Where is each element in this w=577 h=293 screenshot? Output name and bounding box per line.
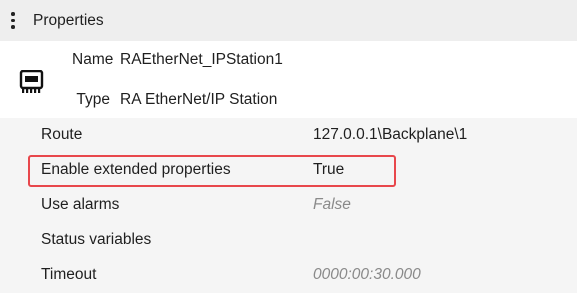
- device-chip-icon: [19, 70, 44, 93]
- property-row-route[interactable]: Route 127.0.0.1\Backplane\1: [0, 118, 577, 153]
- property-value[interactable]: 127.0.0.1\Backplane\1: [313, 126, 467, 144]
- property-row-use-alarms[interactable]: Use alarms False: [0, 188, 577, 223]
- property-value[interactable]: True: [313, 161, 344, 179]
- panel-title: Properties: [33, 11, 104, 29]
- device-type-value: RA EtherNet/IP Station: [120, 91, 278, 108]
- device-name-value: RAEtherNet_IPStation1: [120, 51, 283, 68]
- device-type-label: Type: [76, 91, 110, 108]
- property-label: Status variables: [41, 231, 152, 248]
- property-label: Enable extended properties: [41, 161, 231, 178]
- property-value[interactable]: False: [313, 196, 351, 214]
- properties-panel: Properties Name RAEtherNet_IPStation1 Typ…: [0, 0, 577, 293]
- property-row-status-variables[interactable]: Status variables: [0, 223, 577, 258]
- property-value[interactable]: 0000:00:30.000: [313, 266, 421, 284]
- properties-list: Route 127.0.0.1\Backplane\1 Enable exten…: [0, 118, 577, 293]
- property-row-timeout[interactable]: Timeout 0000:00:30.000: [0, 258, 577, 293]
- property-row-enable-extended-properties[interactable]: Enable extended properties True: [0, 153, 577, 188]
- property-label: Timeout: [41, 266, 97, 283]
- device-type-row: Type RA EtherNet/IP Station: [72, 91, 277, 109]
- device-name-label: Name: [72, 51, 114, 68]
- properties-header: Properties: [0, 0, 577, 41]
- more-vert-icon[interactable]: [0, 12, 33, 29]
- property-label: Use alarms: [41, 196, 120, 213]
- device-name-row: Name RAEtherNet_IPStation1: [72, 51, 283, 69]
- device-info: Name RAEtherNet_IPStation1 Type RA EtherNe…: [0, 41, 577, 117]
- property-label: Route: [41, 126, 83, 143]
